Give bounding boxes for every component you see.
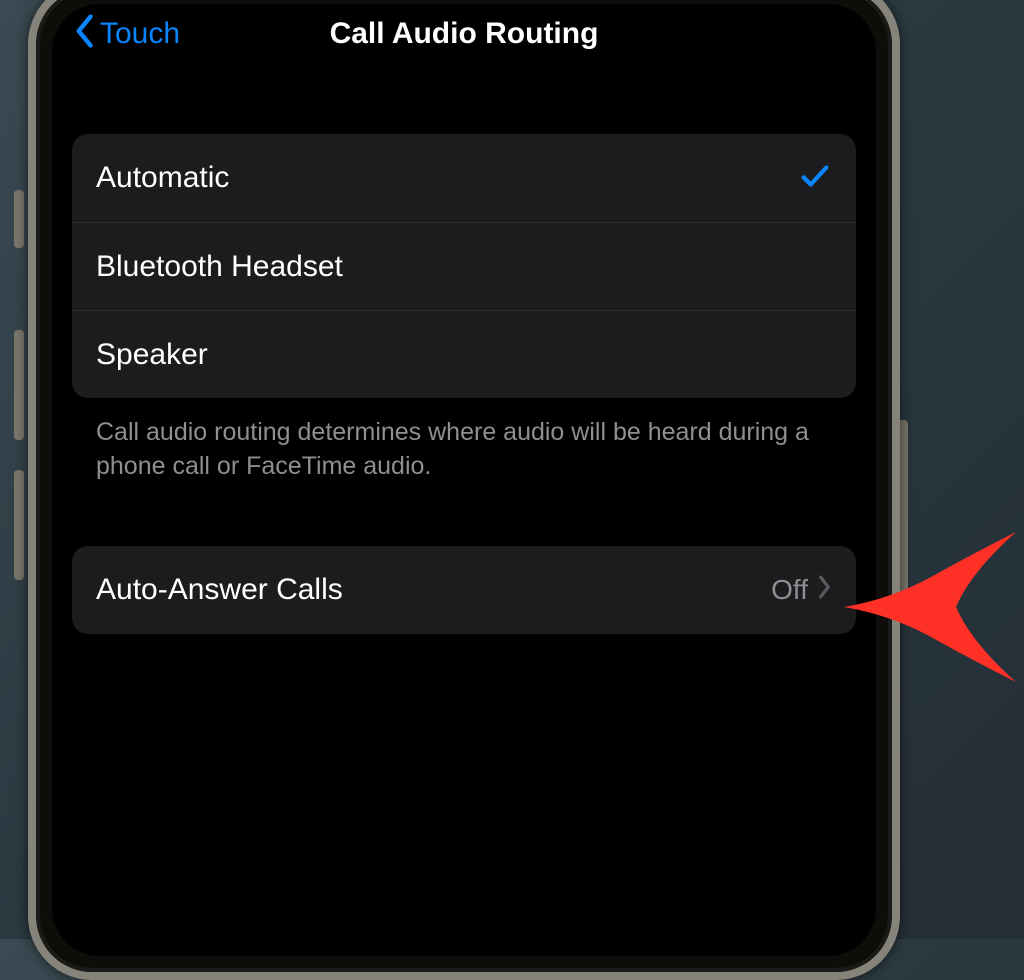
screen: Touch Call Audio Routing Automatic Bluet… (52, 4, 876, 956)
phone-frame: Touch Call Audio Routing Automatic Bluet… (28, 0, 900, 980)
checkmark-icon (798, 159, 832, 198)
chevron-left-icon (74, 14, 94, 54)
auto-answer-group: Auto-Answer Calls Off (72, 546, 856, 634)
phone-volume-up-button (14, 330, 24, 440)
row-value-container: Off (771, 574, 832, 606)
routing-option-speaker[interactable]: Speaker (72, 310, 856, 398)
phone-volume-down-button (14, 470, 24, 580)
chevron-right-icon (818, 574, 832, 606)
content-area: Automatic Bluetooth Headset Speaker Call… (52, 64, 876, 634)
routing-option-automatic[interactable]: Automatic (72, 134, 856, 222)
routing-option-bluetooth-headset[interactable]: Bluetooth Headset (72, 222, 856, 310)
routing-options-group: Automatic Bluetooth Headset Speaker (72, 134, 856, 398)
page-title: Call Audio Routing (330, 17, 599, 51)
auto-answer-value: Off (771, 574, 808, 606)
back-label: Touch (100, 17, 180, 51)
navigation-bar: Touch Call Audio Routing (52, 4, 876, 64)
option-label: Speaker (96, 338, 208, 372)
auto-answer-label: Auto-Answer Calls (96, 573, 343, 607)
auto-answer-calls-row[interactable]: Auto-Answer Calls Off (72, 546, 856, 634)
routing-options-footer: Call audio routing determines where audi… (72, 398, 856, 484)
back-button[interactable]: Touch (74, 4, 180, 64)
option-label: Automatic (96, 161, 229, 195)
phone-side-button (14, 190, 24, 248)
option-label: Bluetooth Headset (96, 250, 343, 284)
